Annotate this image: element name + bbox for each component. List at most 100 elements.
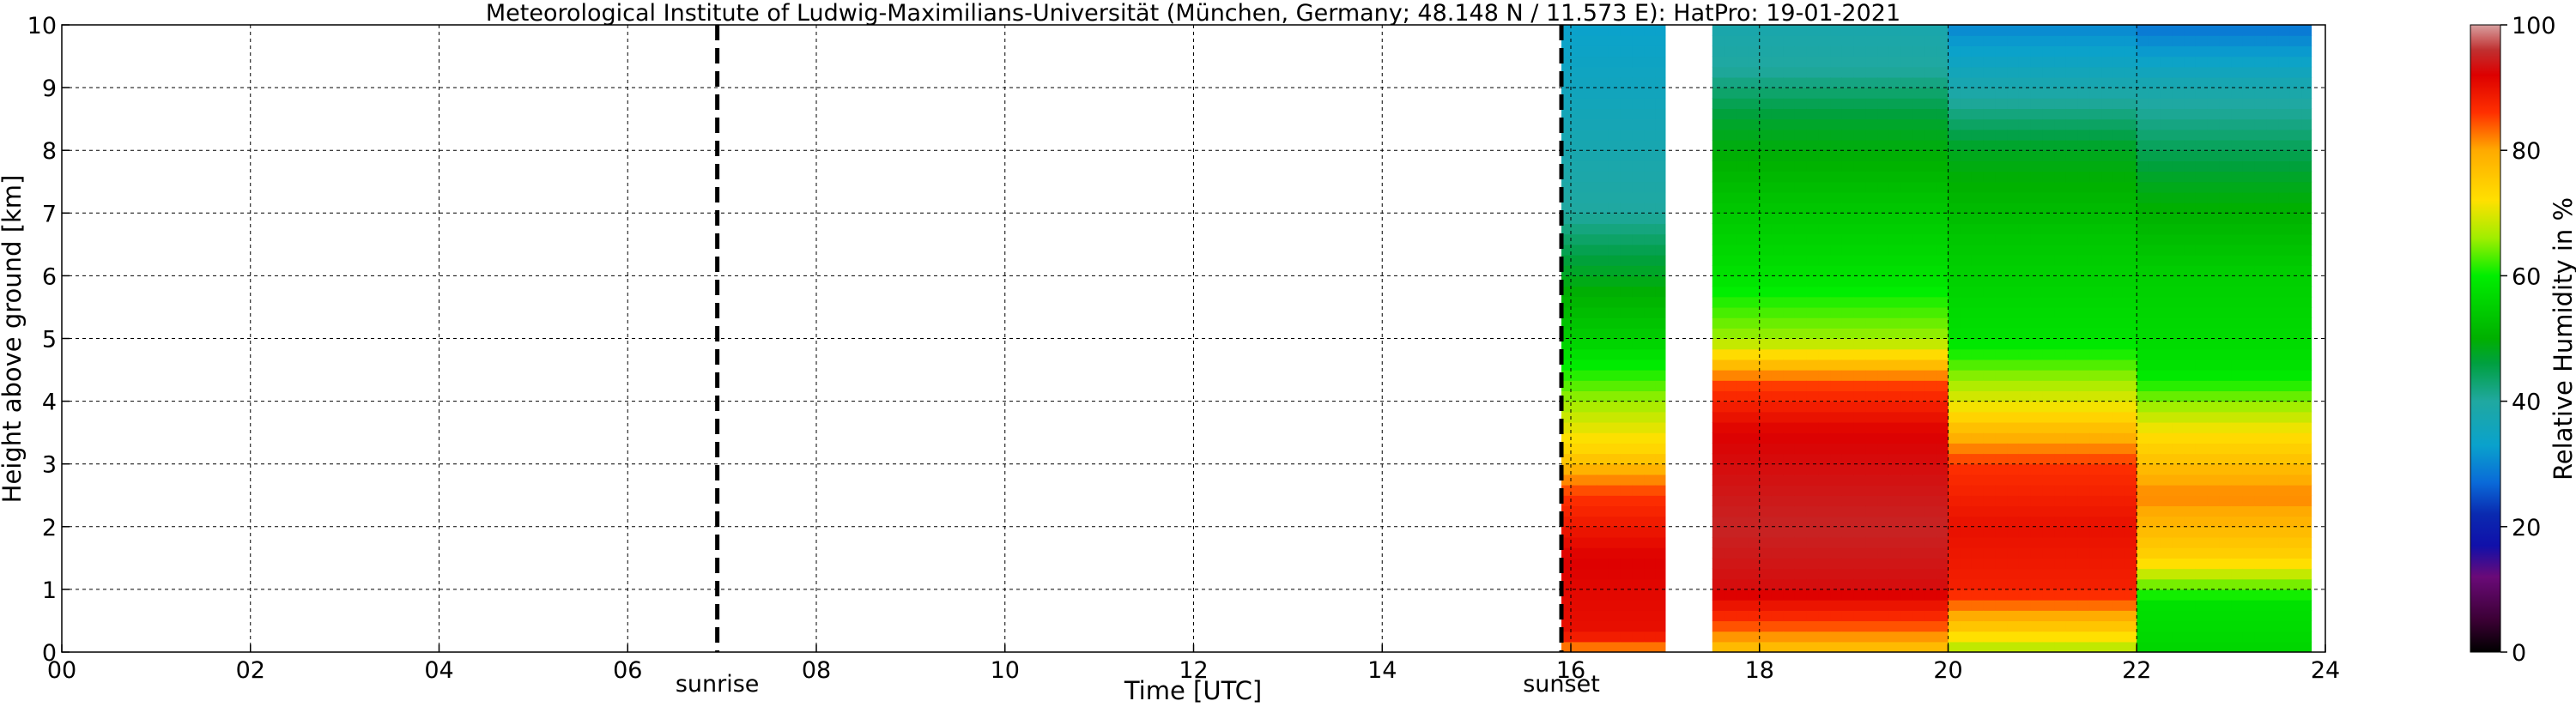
heatmap-cell xyxy=(1900,380,1913,392)
heatmap-cell xyxy=(1948,348,1961,360)
heatmap-cell xyxy=(1806,463,1820,475)
heatmap-cell xyxy=(1620,359,1633,371)
heatmap-cell xyxy=(1724,600,1737,611)
heatmap-cell xyxy=(2219,181,2232,193)
heatmap-cell xyxy=(2172,631,2185,643)
heatmap-cell xyxy=(2254,88,2267,99)
heatmap-cell xyxy=(2289,558,2303,570)
heatmap-cell xyxy=(2018,348,2032,360)
heatmap-cell xyxy=(1771,286,1784,298)
heatmap-cell xyxy=(1748,181,1761,193)
heatmap-cell xyxy=(2278,370,2291,381)
heatmap-cell xyxy=(2231,296,2244,308)
heatmap-cell xyxy=(1644,348,1657,360)
heatmap-cell xyxy=(1853,421,1866,433)
heatmap-cell xyxy=(2042,296,2055,308)
heatmap-cell xyxy=(1608,255,1621,266)
heatmap-cell xyxy=(1771,56,1784,68)
heatmap-cell xyxy=(2289,181,2303,193)
heatmap-cell xyxy=(1865,213,1878,225)
heatmap-cell xyxy=(1644,275,1657,287)
heatmap-cell xyxy=(1644,140,1657,151)
heatmap-cell xyxy=(2101,558,2114,570)
heatmap-cell xyxy=(1865,495,1878,507)
heatmap-cell xyxy=(2231,244,2244,256)
heatmap-cell xyxy=(2148,296,2161,308)
heatmap-cell xyxy=(2007,98,2020,110)
heatmap-cell xyxy=(1806,223,1820,235)
heatmap-cell xyxy=(2030,129,2043,141)
heatmap-cell xyxy=(1759,88,1773,99)
heatmap-cell xyxy=(1620,631,1633,643)
x-tick-label: 22 xyxy=(2122,657,2151,684)
heatmap-cell xyxy=(2018,547,2032,559)
heatmap-cell xyxy=(2137,160,2149,172)
heatmap-cell xyxy=(1924,150,1937,161)
heatmap-cell xyxy=(2112,536,2126,548)
heatmap-cell xyxy=(1759,495,1773,507)
heatmap-cell xyxy=(1748,411,1761,423)
heatmap-cell xyxy=(1655,171,1666,183)
heatmap-cell xyxy=(1912,181,1925,193)
heatmap-cell xyxy=(2007,265,2020,276)
heatmap-cell xyxy=(1597,380,1609,392)
colorbar-ticks: 020406080100 xyxy=(2500,13,2556,667)
heatmap-cell xyxy=(1794,432,1808,444)
heatmap-cell xyxy=(1644,516,1657,528)
heatmap-cell xyxy=(2089,495,2102,507)
heatmap-cell xyxy=(1620,328,1633,340)
heatmap-cell xyxy=(1759,558,1773,570)
heatmap-cell xyxy=(1771,338,1784,350)
heatmap-cell xyxy=(2195,66,2209,78)
heatmap-cell xyxy=(1632,421,1645,433)
heatmap-cell xyxy=(1900,213,1913,225)
heatmap-cell xyxy=(2124,390,2137,402)
heatmap-cell xyxy=(1759,338,1773,350)
heatmap-cell xyxy=(2077,516,2090,528)
heatmap-cell xyxy=(1995,76,2008,88)
heatmap-cell xyxy=(1830,25,1843,36)
heatmap-cell xyxy=(1877,244,1890,256)
heatmap-cell xyxy=(1900,589,1913,601)
heatmap-cell xyxy=(2242,98,2256,110)
heatmap-cell xyxy=(1712,620,1725,632)
heatmap-cell xyxy=(2278,641,2291,652)
heatmap-cell xyxy=(1794,265,1808,276)
heatmap-cell xyxy=(2242,370,2256,381)
heatmap-cell xyxy=(1620,191,1633,203)
heatmap-cell xyxy=(2054,129,2067,141)
heatmap-cell xyxy=(1806,328,1820,340)
heatmap-cell xyxy=(2195,118,2209,130)
heatmap-cell xyxy=(2137,620,2149,632)
heatmap-cell xyxy=(2101,213,2114,225)
heatmap-cell xyxy=(2065,328,2079,340)
heatmap-cell xyxy=(1608,286,1621,298)
heatmap-cell xyxy=(1948,390,1961,402)
heatmap-cell xyxy=(2289,547,2303,559)
heatmap-cell xyxy=(2007,453,2020,465)
heatmap-cell xyxy=(2101,306,2114,318)
heatmap-cell xyxy=(2301,495,2312,507)
heatmap-cell xyxy=(1748,317,1761,329)
heatmap-cell xyxy=(2254,390,2267,402)
heatmap-cell xyxy=(1724,505,1737,517)
heatmap-cell xyxy=(1841,66,1855,78)
heatmap-cell xyxy=(2112,453,2126,465)
heatmap-cell xyxy=(1771,505,1784,517)
heatmap-cell xyxy=(1585,432,1597,444)
heatmap-cell xyxy=(1748,98,1761,110)
heatmap-cell xyxy=(2042,338,2055,350)
heatmap-cell xyxy=(2054,171,2067,183)
heatmap-cell xyxy=(1759,348,1773,360)
heatmap-cell xyxy=(1900,558,1913,570)
heatmap-cell xyxy=(2148,620,2161,632)
heatmap-cell xyxy=(2289,370,2303,381)
heatmap-cell xyxy=(1877,359,1890,371)
heatmap-cell xyxy=(2137,108,2149,120)
heatmap-cell xyxy=(2242,516,2256,528)
heatmap-cell xyxy=(2289,578,2303,590)
heatmap-cell xyxy=(1888,641,1902,652)
heatmap-cell xyxy=(2289,631,2303,643)
heatmap-cell xyxy=(1948,463,1961,475)
heatmap-cell xyxy=(1620,140,1633,151)
